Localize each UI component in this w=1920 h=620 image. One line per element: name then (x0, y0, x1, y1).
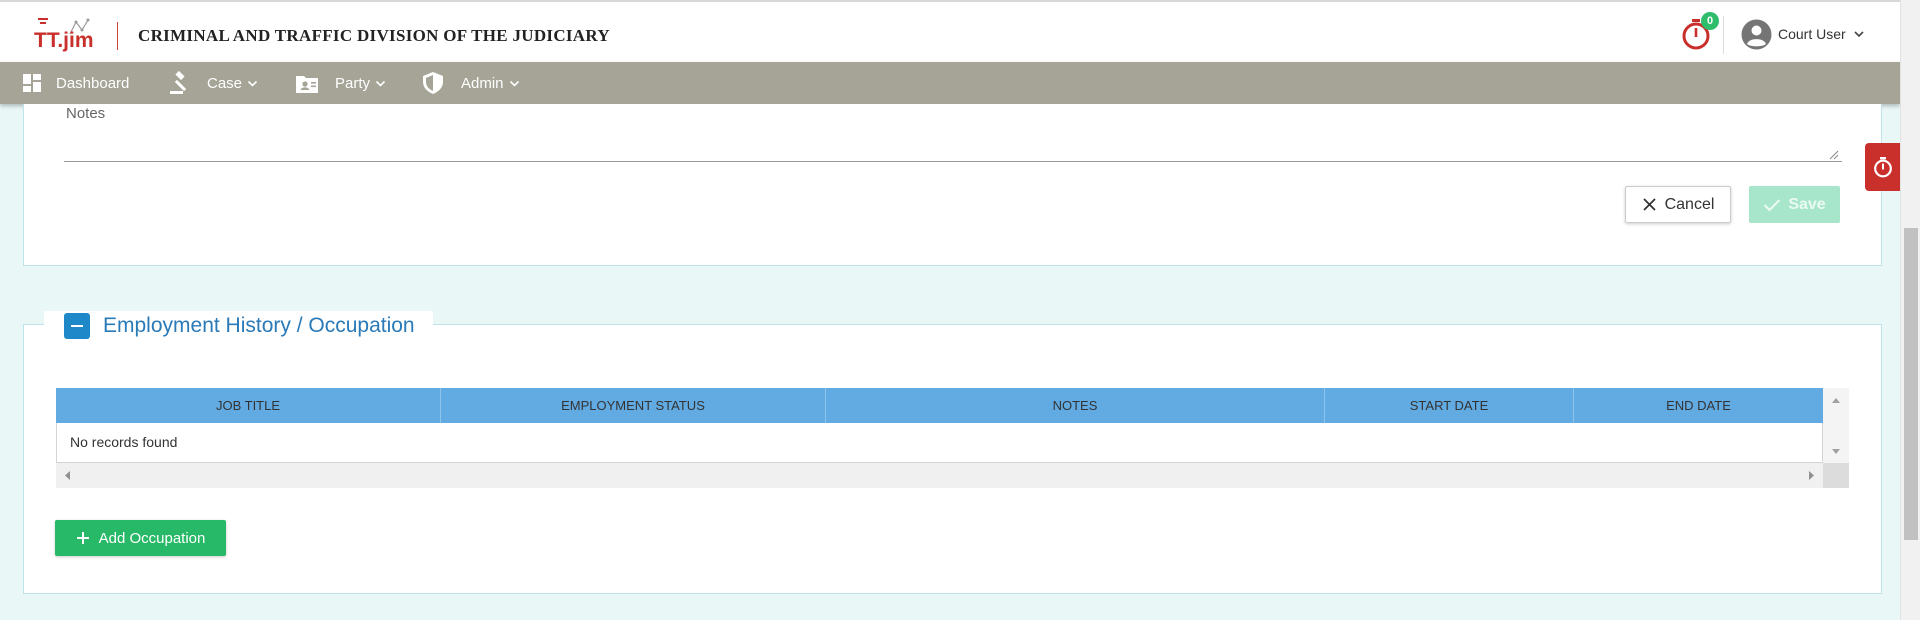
stopwatch-icon (1873, 157, 1892, 178)
table-header: JOB TITLE EMPLOYMENT STATUS NOTES START … (56, 388, 1823, 423)
nav-item-label: Case (207, 74, 243, 92)
chevron-down-icon[interactable] (1853, 28, 1865, 40)
app-header: TT.jim CRIMINAL AND TRAFFIC DIVISION OF … (0, 0, 1900, 62)
user-menu-name[interactable]: Court User (1778, 26, 1846, 42)
scroll-arrows-icon (1832, 398, 1840, 454)
employment-table: JOB TITLE EMPLOYMENT STATUS NOTES START … (56, 388, 1849, 488)
checkmark-icon (1764, 198, 1781, 212)
column-header-employment-status[interactable]: EMPLOYMENT STATUS (441, 388, 826, 423)
scrollbar-thumb[interactable] (1904, 228, 1918, 540)
resize-handle-icon[interactable] (1827, 148, 1839, 160)
close-icon (1642, 198, 1656, 211)
notes-textarea[interactable] (64, 100, 1842, 162)
nav-item-case[interactable]: Case (169, 62, 258, 104)
chevron-down-icon (509, 80, 519, 87)
shield-icon (423, 72, 443, 94)
chevron-down-icon (247, 80, 258, 87)
header-divider (1723, 16, 1724, 54)
logo-divider (117, 22, 118, 50)
contact-card-icon (296, 76, 318, 93)
add-occupation-label: Add Occupation (98, 529, 206, 547)
minus-icon (71, 325, 83, 327)
cancel-button-label: Cancel (1664, 195, 1715, 213)
column-header-end-date[interactable]: END DATE (1574, 388, 1823, 423)
employment-section-header: Employment History / Occupation (44, 311, 433, 341)
column-header-start-date[interactable]: START DATE (1325, 388, 1574, 423)
plus-icon (76, 532, 89, 544)
cancel-button[interactable]: Cancel (1625, 186, 1731, 223)
chevron-down-icon (375, 80, 386, 87)
save-button[interactable]: Save (1749, 186, 1840, 223)
timer-count-badge: 0 (1701, 12, 1719, 30)
collapse-button[interactable] (64, 313, 90, 339)
notes-field-label: Notes (66, 105, 106, 122)
table-vertical-scrollbar[interactable] (1823, 388, 1849, 463)
user-avatar-icon[interactable] (1741, 19, 1772, 50)
table-horizontal-scrollbar[interactable] (56, 463, 1823, 488)
section-title: Employment History / Occupation (103, 314, 415, 337)
nav-item-admin[interactable]: Admin (423, 62, 520, 104)
add-occupation-button[interactable]: Add Occupation (55, 520, 226, 556)
nav-item-label: Dashboard (56, 74, 130, 92)
column-header-job-title[interactable]: JOB TITLE (56, 388, 441, 423)
nav-item-dashboard[interactable]: Dashboard (22, 62, 129, 104)
app-title: CRIMINAL AND TRAFFIC DIVISION OF THE JUD… (138, 26, 610, 45)
side-timer-button[interactable] (1865, 143, 1900, 191)
svg-text:TT.jim: TT.jim (34, 29, 94, 52)
page-scrollbar[interactable] (1900, 0, 1920, 620)
gavel-icon (170, 71, 187, 94)
app-logo[interactable]: TT.jim (32, 16, 100, 52)
dashboard-icon (23, 74, 41, 92)
nav-item-party[interactable]: Party (296, 62, 386, 104)
scrollbar-corner (1823, 463, 1849, 488)
nav-item-label: Party (335, 74, 371, 92)
save-button-label: Save (1788, 195, 1826, 213)
nav-item-label: Admin (461, 74, 504, 92)
main-nav: Dashboard Case Party Admin (0, 62, 1900, 104)
scroll-arrows-icon (65, 471, 1814, 480)
column-header-notes[interactable]: NOTES (826, 388, 1325, 423)
empty-table-message: No records found (70, 434, 178, 450)
table-body: No records found (56, 423, 1823, 463)
